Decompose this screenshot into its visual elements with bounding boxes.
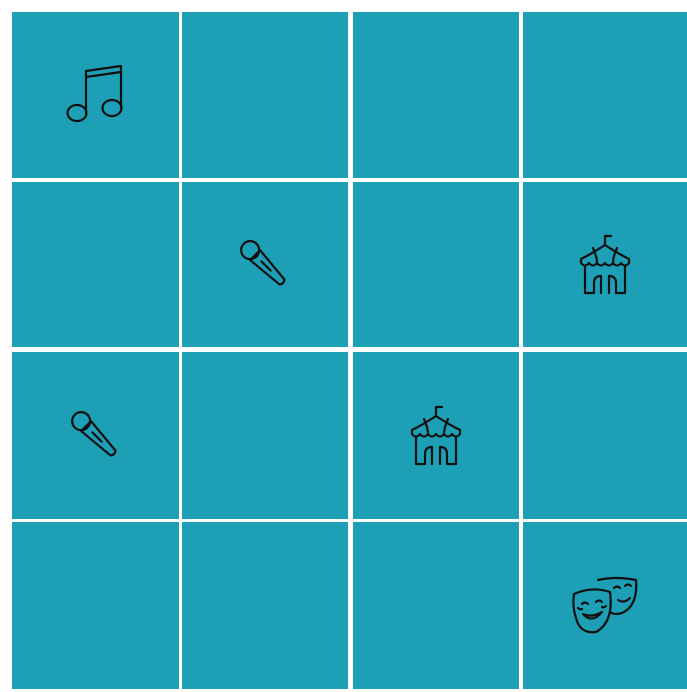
microphone-icon (233, 233, 297, 297)
music-note-icon (64, 63, 128, 127)
board-cell-r3-c2[interactable] (182, 352, 348, 519)
board-cell-r2-c3[interactable] (353, 182, 519, 347)
board-cell-r2-c2[interactable] (182, 182, 348, 347)
board-cell-r3-c3[interactable] (353, 352, 519, 519)
theater-masks-icon (570, 574, 640, 638)
board-cell-r1-c2[interactable] (182, 12, 348, 178)
board-cell-r3-c4[interactable] (523, 352, 687, 519)
board-cell-r3-c1[interactable] (12, 352, 179, 519)
board-cell-r4-c4[interactable] (523, 522, 687, 689)
board-cell-r1-c3[interactable] (353, 12, 519, 178)
board-cell-r4-c1[interactable] (12, 522, 179, 689)
board-cell-r1-c1[interactable] (12, 12, 179, 178)
circus-tent-icon (404, 404, 468, 468)
board-cell-r1-c4[interactable] (523, 12, 687, 178)
microphone-icon (64, 404, 128, 468)
circus-tent-icon (573, 233, 637, 297)
board-cell-r2-c1[interactable] (12, 182, 179, 347)
board-cell-r2-c4[interactable] (523, 182, 687, 347)
board-cell-r4-c3[interactable] (353, 522, 519, 689)
board-cell-r4-c2[interactable] (182, 522, 348, 689)
puzzle-board (0, 0, 687, 692)
